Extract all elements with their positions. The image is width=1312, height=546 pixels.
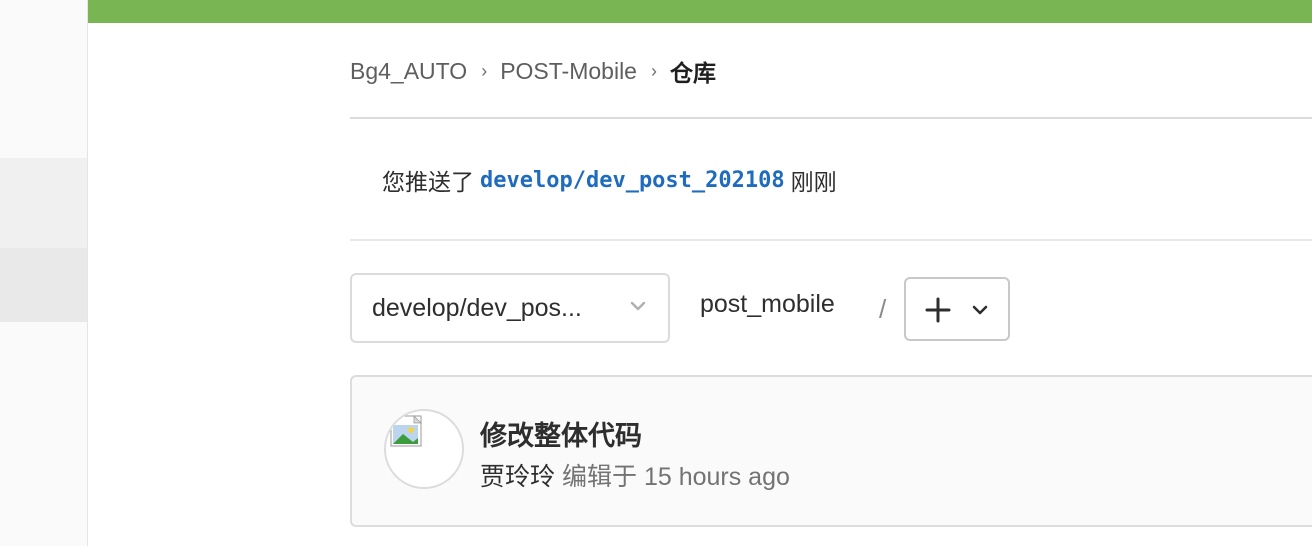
- breadcrumb: Bg4_AUTO › POST-Mobile › 仓库: [350, 56, 716, 87]
- commit-author-link[interactable]: 贾玲玲: [480, 463, 555, 491]
- chevron-down-icon: [630, 299, 646, 317]
- add-file-dropdown[interactable]: [904, 277, 1010, 341]
- pushed-branch-link[interactable]: develop/dev_post_202108: [480, 168, 785, 193]
- push-notice-time: 刚刚: [790, 169, 837, 195]
- avatar[interactable]: [384, 409, 464, 489]
- sidebar-item[interactable]: [0, 158, 87, 248]
- top-banner: [88, 0, 1312, 23]
- breadcrumb-current: 仓库: [669, 60, 716, 86]
- breadcrumb-project-link[interactable]: POST-Mobile: [500, 58, 637, 85]
- breadcrumb-group-link[interactable]: Bg4_AUTO: [350, 58, 467, 85]
- commit-meta: 贾玲玲 编辑于 15 hours ago: [480, 457, 790, 493]
- branch-selector-label: develop/dev_pos...: [372, 293, 582, 322]
- commit-time: 15 hours ago: [643, 463, 790, 491]
- plus-icon: [924, 296, 952, 329]
- divider: [350, 117, 1312, 119]
- sidebar-item-active[interactable]: [0, 248, 87, 322]
- chevron-right-icon: ›: [650, 60, 657, 81]
- chevron-right-icon: ›: [481, 60, 488, 81]
- repo-root-link[interactable]: post_mobile: [700, 290, 835, 319]
- chevron-down-icon: [971, 303, 989, 321]
- push-notice-prefix: 您推送了: [382, 169, 474, 195]
- commit-edited-label: 编辑于: [561, 463, 637, 491]
- branch-selector-dropdown[interactable]: develop/dev_pos...: [350, 273, 670, 343]
- sidebar: [0, 0, 88, 546]
- path-separator: /: [879, 294, 887, 324]
- push-notice: 您推送了 develop/dev_post_202108 刚刚: [382, 164, 837, 196]
- divider: [350, 239, 1312, 241]
- commit-title-link[interactable]: 修改整体代码: [480, 414, 642, 453]
